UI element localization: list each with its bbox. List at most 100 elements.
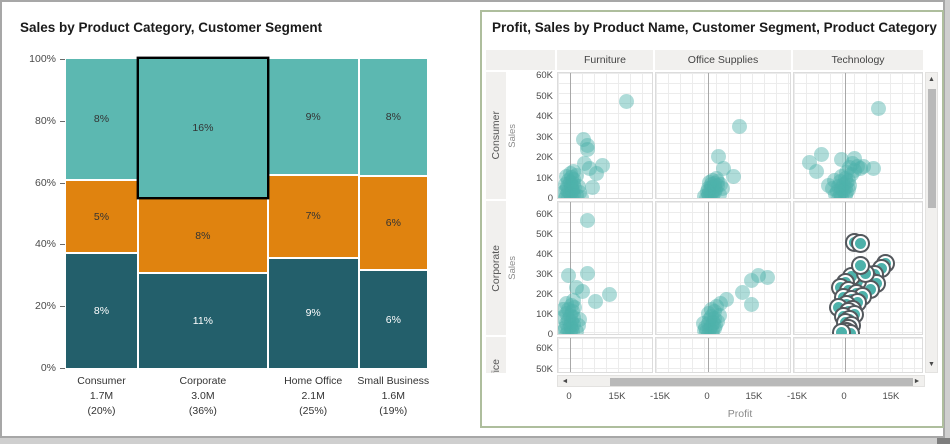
mosaic-segment[interactable]: 7% [268,176,358,257]
scatter-matrix-chart: Profit, Sales by Product Name, Customer … [480,10,944,428]
sales-tick-label: 10K [536,309,553,320]
scatter-point[interactable] [558,301,572,317]
column-header-furniture: Furniture [557,50,653,70]
mosaic-segment[interactable]: 6% [359,271,428,368]
scatter-point[interactable] [710,148,726,164]
sales-tick-label: 40K [536,249,553,260]
scatter-point[interactable] [846,150,862,166]
mosaic-segment-label: 5% [93,210,110,223]
mosaic-segment[interactable]: 11% [139,274,267,368]
scatter-point[interactable] [576,155,592,171]
mosaic-segment[interactable]: 9% [268,258,358,368]
panel-home_office-furniture [557,337,653,373]
h-scroll-thumb[interactable] [610,378,913,386]
scatter-point-selected[interactable] [853,257,869,273]
mosaic-segment[interactable]: 8% [359,59,428,175]
mosaic-y-tick-mark [60,59,65,60]
sales-tick-label: 60K [536,70,553,81]
scatter-point[interactable] [588,294,604,310]
mosaic-chart-title: Sales by Product Category, Customer Segm… [20,20,323,35]
scatter-point-selected[interactable] [852,235,868,251]
sales-tick-label: 50K [536,363,553,374]
sales-axis-title: Sales [507,123,518,148]
profit-tick-label: -15K [650,391,671,402]
mosaic-segment[interactable]: 6% [359,177,428,269]
scatter-point[interactable] [695,315,711,331]
scatter-point[interactable] [814,146,830,162]
profit-tick-label: 0 [841,391,847,402]
panel-home_office-technology [793,337,923,373]
profit-tick-label: 15K [882,391,900,402]
mosaic-column-label-line: (36%) [188,405,217,417]
scroll-down-icon[interactable]: ▼ [926,360,937,370]
mosaic-y-tick-mark [60,306,65,308]
mosaic-column-label-line: 3.0M [191,390,215,402]
mosaic-segment-label: 8% [385,111,401,123]
zero-axis-line [570,338,571,372]
scatter-matrix-body: Furniture Office Supplies Technology Consum… [482,12,942,426]
row-label-consumer: Consumer [486,72,506,199]
scatter-point[interactable] [821,177,837,193]
profit-tick-label: 0 [566,391,572,402]
scatter-point[interactable] [618,93,634,109]
h-scrollbar[interactable]: ◄ ► [557,375,925,387]
row-label-corporate: Corporate [486,201,506,335]
scatter-point[interactable] [865,161,881,177]
mosaic-segment[interactable]: 8% [66,59,137,180]
profit-axis-title: Profit [727,408,753,420]
mosaic-y-tick-label: 0% [40,362,56,374]
panel-corporate-furniture [557,201,653,335]
sales-axis-title-cell: Sales [506,201,519,335]
mosaic-segment-label: 16% [192,122,214,134]
panel-corporate-office_supplies [655,201,791,335]
scatter-point[interactable] [601,286,617,302]
scatter-point[interactable] [580,142,596,158]
sales-tick-label: 10K [536,172,553,184]
mosaic-y-tick-mark [60,182,65,184]
mosaic-segment[interactable]: 9% [268,59,358,175]
scatter-point[interactable] [719,291,735,307]
mosaic-y-tick-label: 60% [34,176,56,189]
mosaic-y-tick-mark [60,244,65,246]
mosaic-segment[interactable]: 5% [66,181,137,252]
panel-home_office-office_supplies [655,337,791,373]
panel-consumer-furniture [557,72,653,199]
scatter-point[interactable] [579,265,595,281]
scatter-point[interactable] [572,311,588,327]
resize-corner [937,438,950,444]
scatter-point[interactable] [760,269,775,285]
mosaic-segment-label: 6% [385,216,401,229]
scatter-point[interactable] [560,267,576,283]
scatter-point[interactable] [731,118,747,134]
mosaic-segment[interactable]: 8% [139,199,267,273]
scatter-point[interactable] [809,164,825,180]
sales-tick-label: 30K [536,269,553,280]
mosaic-segment-label: 9% [305,307,321,320]
sales-tick-label: 60K [536,343,553,354]
scatter-point[interactable] [580,212,596,228]
mosaic-segment[interactable]: 16% [139,59,267,197]
profit-tick-label: 15K [745,391,763,402]
scatter-point[interactable] [595,157,611,173]
v-scroll-thumb[interactable] [928,89,936,208]
sales-tick-label: 40K [536,111,553,122]
scroll-up-icon[interactable]: ▲ [926,75,937,85]
scatter-point[interactable] [584,180,600,196]
row-label-text: fice [490,358,502,373]
mosaic-column-label: Consumer 1.7M (20%) [47,374,157,419]
scroll-right-icon[interactable]: ► [912,377,922,387]
scatter-point[interactable] [725,168,741,184]
scatter-point[interactable] [744,296,759,312]
scroll-left-icon[interactable]: ◄ [560,377,570,387]
mosaic-segment[interactable]: 8% [66,254,137,368]
panel-consumer-office_supplies [655,72,791,199]
scatter-point[interactable] [870,100,886,116]
v-scrollbar[interactable]: ▲ ▼ [925,72,938,373]
column-header-office_supplies: Office Supplies [655,50,791,70]
mosaic-column-label-line: Corporate [179,375,227,387]
mosaic-y-tick-mark [60,368,65,369]
column-header-technology: Technology [793,50,923,70]
sales-axis-title: Sales [507,256,518,280]
scatter-point[interactable] [699,183,715,198]
row-label-home_office: fice [486,337,506,373]
